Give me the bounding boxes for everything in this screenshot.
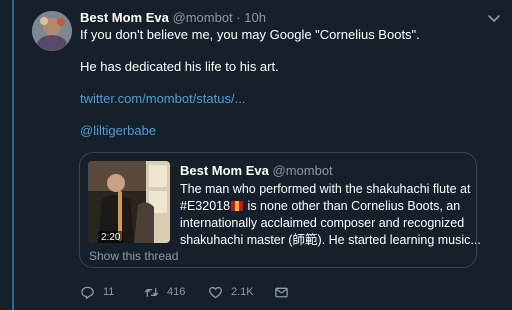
chevron-down-icon[interactable] — [486, 10, 502, 26]
envelope-icon — [275, 287, 288, 297]
quote-text-line: shakuhachi master (師範). He started learn… — [180, 233, 481, 247]
tweet-actions: 11 416 2.1K — [80, 284, 380, 300]
video-duration: 2:20 — [98, 231, 124, 243]
avatar[interactable] — [32, 11, 72, 51]
quoted-tweet-card[interactable]: 2:20 Best Mom Eva @mombot The man who pe… — [79, 152, 481, 268]
direct-message-button[interactable] — [274, 284, 297, 300]
quote-text-line-2: #E32018 is none other than Cornelius Boo… — [180, 198, 470, 215]
display-name[interactable]: Best Mom Eva — [80, 10, 169, 25]
reply-button[interactable]: 11 — [80, 284, 114, 300]
quote-display-name: Best Mom Eva — [180, 163, 269, 178]
status-link[interactable]: twitter.com/mombot/status/... — [80, 91, 245, 107]
retweet-icon — [144, 287, 159, 297]
quote-text-line: The man who performed with the shakuhach… — [180, 182, 471, 196]
like-count: 2.1K — [231, 286, 254, 298]
quote-text-line: internationally acclaimed composer and r… — [180, 216, 465, 230]
heart-icon — [209, 286, 222, 298]
quote-header: Best Mom Eva @mombot — [180, 163, 333, 179]
retweet-count: 416 — [167, 286, 186, 298]
handle[interactable]: @mombot — [173, 10, 233, 25]
video-thumbnail[interactable]: 2:20 — [88, 161, 170, 243]
timestamp[interactable]: 10h — [244, 10, 266, 25]
tweet-text-line: If you don't believe me, you may Google … — [80, 27, 420, 42]
flag-emoji-icon — [231, 201, 244, 211]
quote-text-fragment: is none other than Cornelius Boots, an — [244, 199, 461, 213]
thread-line — [12, 0, 14, 310]
tweet-header: Best Mom Eva @mombot · 10h — [80, 10, 266, 26]
retweet-button[interactable]: 416 — [144, 284, 185, 300]
tweet-text-line: He has dedicated his life to his art. — [80, 59, 279, 74]
mention-link[interactable]: @liltigerbabe — [80, 123, 156, 139]
reply-count: 11 — [103, 286, 115, 298]
reply-icon — [81, 286, 94, 299]
show-thread-link[interactable]: Show this thread — [89, 249, 178, 263]
quote-text: The man who performed with the shakuhach… — [180, 181, 481, 249]
avatar-image — [32, 11, 72, 51]
hashtag[interactable]: #E32018 — [180, 199, 230, 213]
quote-handle: @mombot — [272, 163, 333, 178]
like-button[interactable]: 2.1K — [208, 284, 254, 300]
separator-dot: · — [236, 10, 241, 25]
